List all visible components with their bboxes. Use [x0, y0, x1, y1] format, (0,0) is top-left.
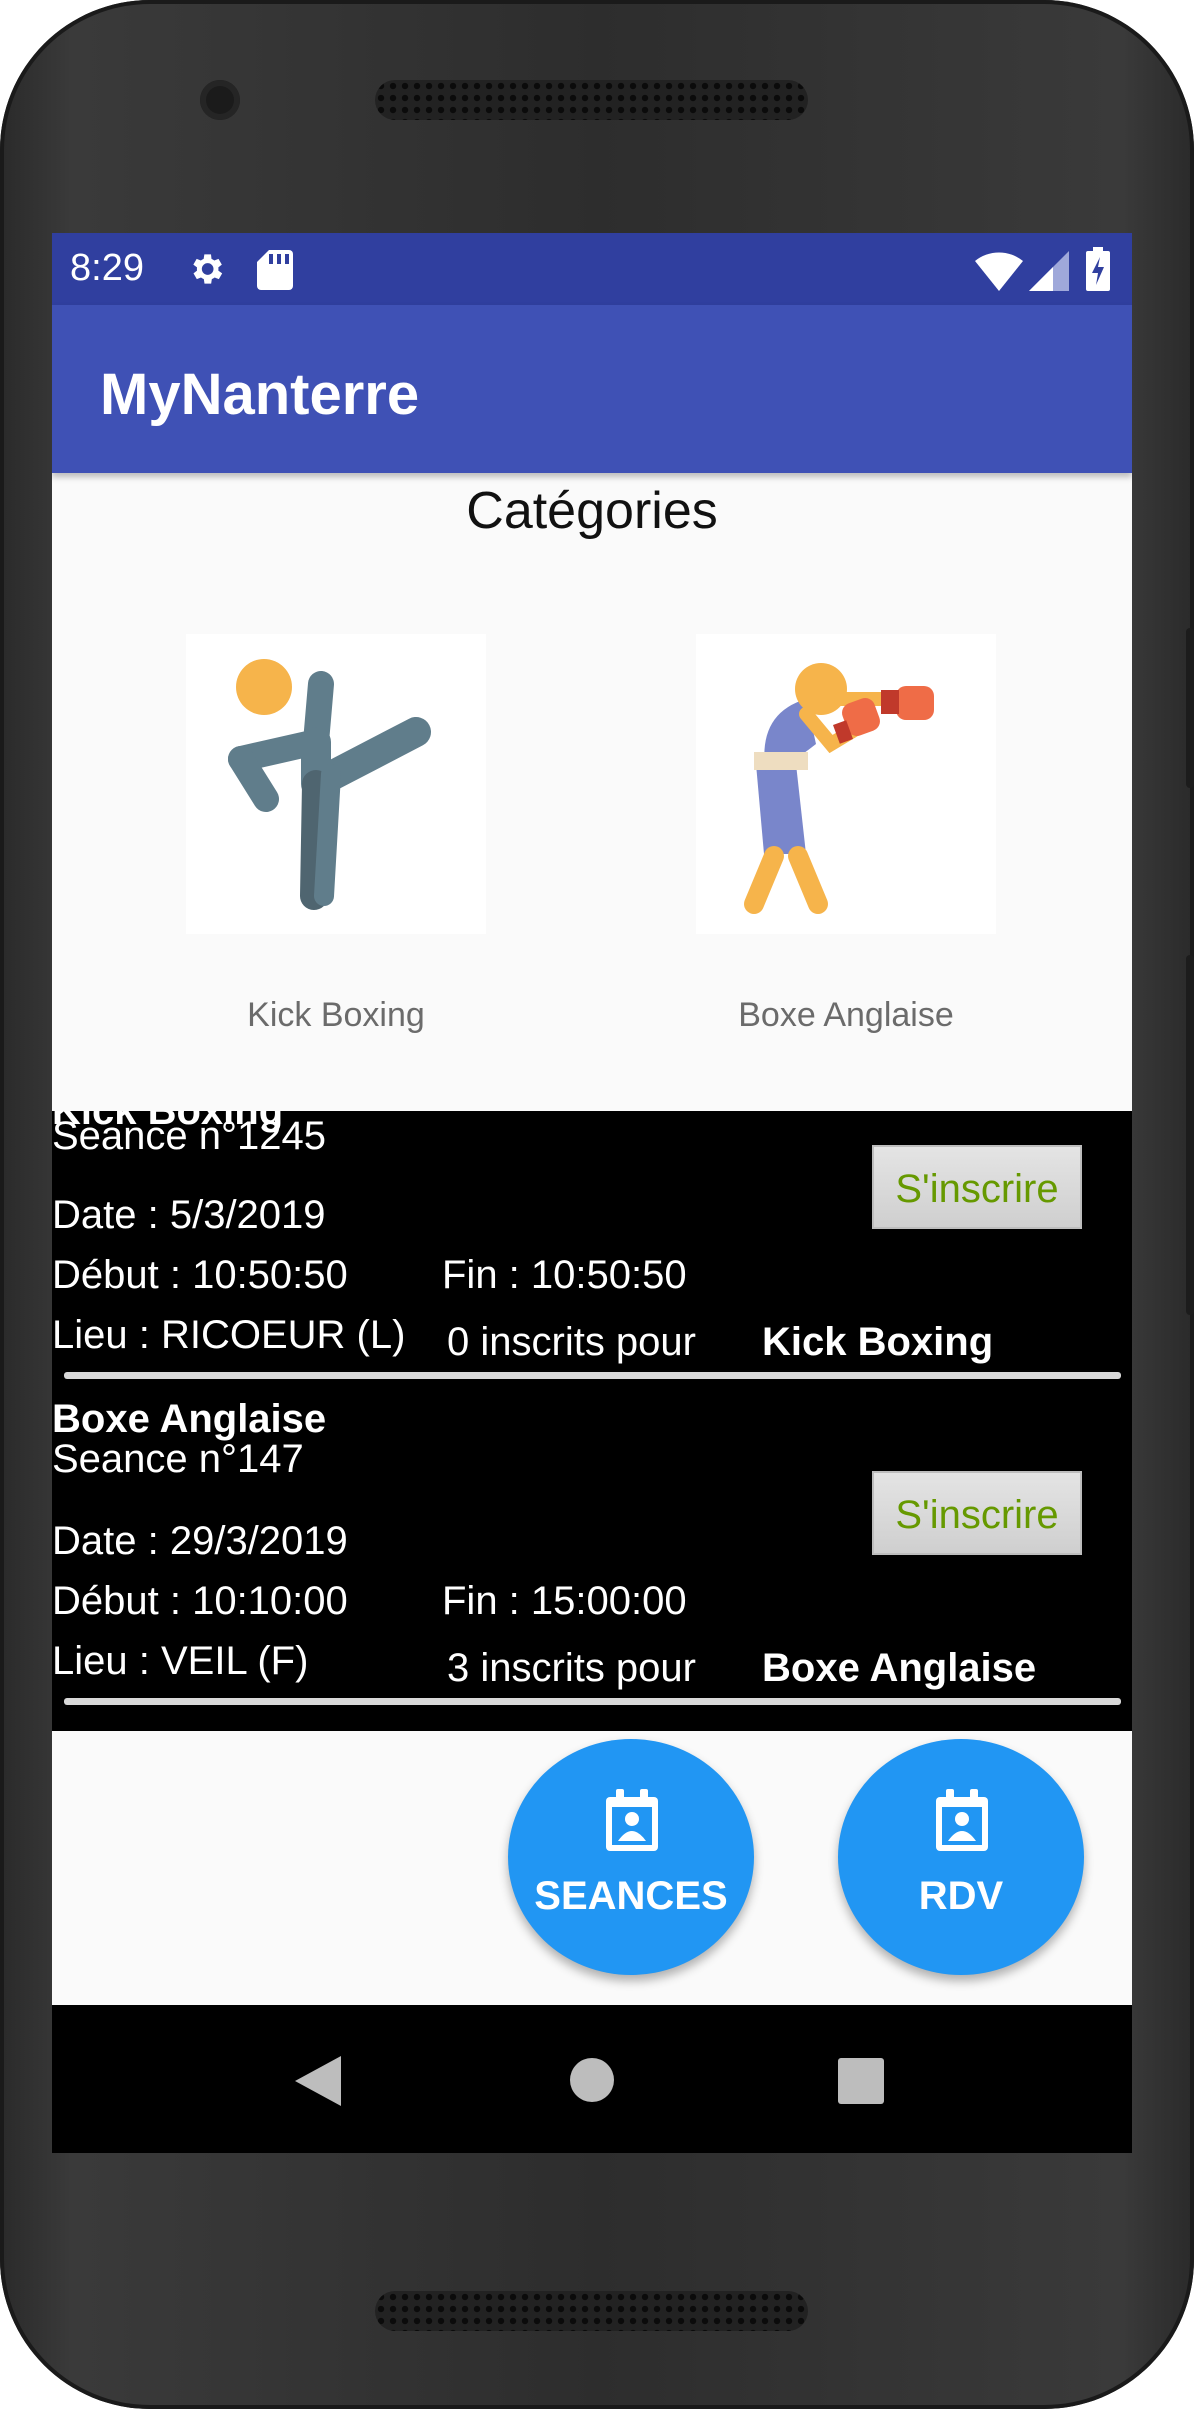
sessions-list[interactable]: Kick Boxing Seance n°1245 Date : 5/3/201… [52, 1111, 1132, 1731]
bottom-speaker-grille [375, 2291, 808, 2331]
session-end: Fin : 15:00:00 [442, 1579, 687, 1623]
front-camera [200, 80, 240, 120]
navigation-bar [52, 2005, 1132, 2153]
session-registrations: 0 inscrits pour [447, 1320, 696, 1364]
recents-icon[interactable] [838, 2058, 884, 2104]
status-time: 8:29 [70, 247, 144, 289]
session-divider [64, 1698, 1121, 1705]
signal-icon [1029, 251, 1069, 291]
sd-card-icon [257, 250, 293, 290]
top-speaker-grille [375, 80, 808, 120]
category-label-boxe-anglaise: Boxe Anglaise [738, 996, 954, 1034]
session-registrations: 3 inscrits pour [447, 1646, 696, 1690]
boxing-icon [744, 663, 934, 914]
home-icon[interactable] [569, 2057, 615, 2103]
gear-icon [193, 254, 223, 284]
session-end: Fin : 10:50:50 [442, 1253, 687, 1297]
status-bar: 8:29 [52, 233, 1132, 305]
device-screen: 8:29 MyNanterre Catégories Kick Boxing B… [52, 233, 1132, 2153]
session-start: Début : 10:50:50 [52, 1253, 348, 1297]
session-item: Boxe Anglaise Seance n°147 Date : 29/3/2… [52, 1397, 1132, 1731]
rdv-label: RDV [918, 1874, 1004, 1918]
session-start: Début : 10:10:00 [52, 1579, 348, 1623]
kick-boxing-icon [228, 659, 431, 910]
category-card-boxe-anglaise[interactable] [696, 634, 996, 934]
back-icon[interactable] [295, 2056, 341, 2106]
seances-label: SEANCES [534, 1874, 728, 1918]
app-title: MyNanterre [100, 362, 420, 427]
categories-title: Catégories [466, 482, 718, 540]
session-item: Kick Boxing Seance n°1245 Date : 5/3/201… [52, 1111, 1132, 1401]
session-registrations-category: Boxe Anglaise [762, 1646, 1037, 1690]
rdv-button[interactable]: RDV [838, 1739, 1084, 1975]
seances-button[interactable]: SEANCES [508, 1739, 754, 1975]
session-registrations-category: Kick Boxing [762, 1320, 994, 1364]
subscribe-button[interactable]: S'inscrire [872, 1471, 1082, 1555]
session-date: Date : 5/3/2019 [52, 1193, 326, 1237]
session-number: Seance n°147 [52, 1437, 304, 1481]
calendar-contact-icon [936, 1789, 988, 1851]
wifi-icon [975, 252, 1023, 291]
session-number: Seance n°1245 [52, 1114, 327, 1158]
app-bar: MyNanterre [52, 305, 1132, 473]
session-category: Boxe Anglaise [52, 1397, 327, 1441]
battery-charging-icon [1086, 247, 1110, 291]
subscribe-button[interactable]: S'inscrire [872, 1145, 1082, 1229]
session-location: Lieu : RICOEUR (L) [52, 1313, 406, 1357]
session-date: Date : 29/3/2019 [52, 1519, 348, 1563]
session-divider [64, 1372, 1121, 1379]
category-card-kick-boxing[interactable] [186, 634, 486, 934]
volume-button [1186, 955, 1194, 1315]
calendar-contact-icon [606, 1789, 658, 1851]
session-location: Lieu : VEIL (F) [52, 1639, 309, 1683]
category-label-kick-boxing: Kick Boxing [247, 996, 425, 1034]
bottom-actions-area: SEANCES RDV [52, 1731, 1132, 2005]
power-button [1186, 628, 1194, 788]
